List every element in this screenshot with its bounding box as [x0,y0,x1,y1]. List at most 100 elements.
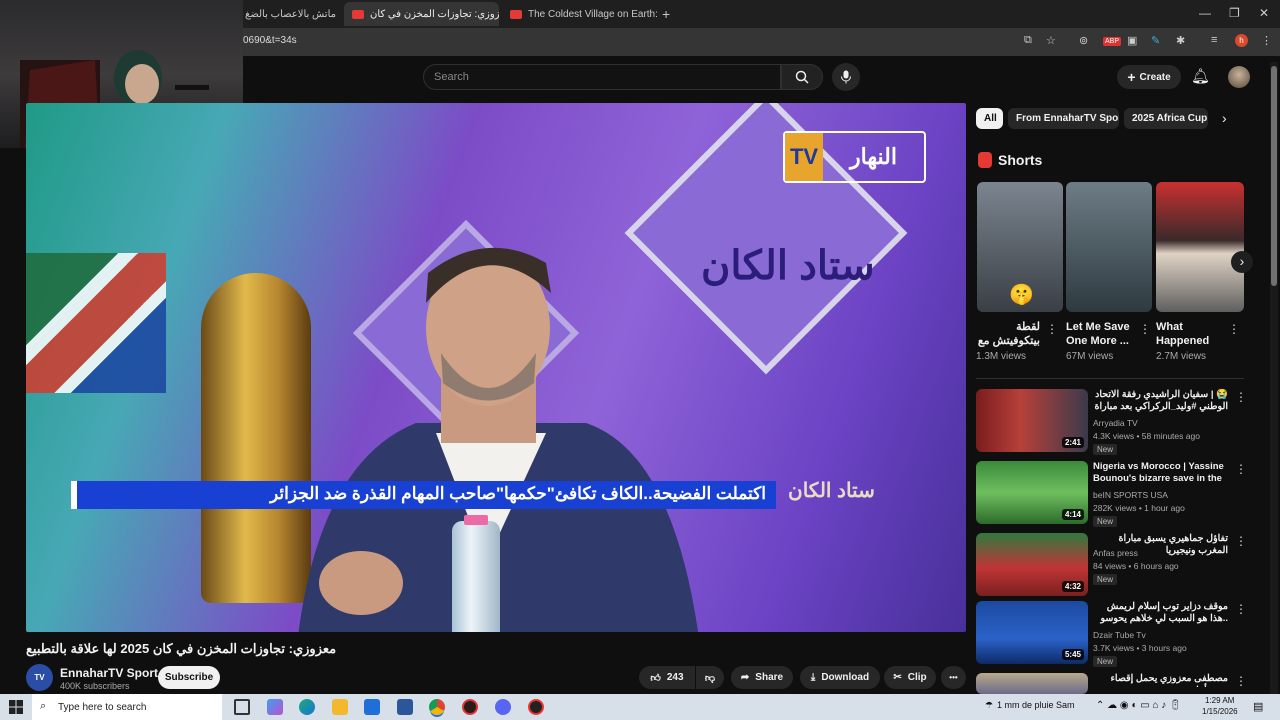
recommended-channel[interactable]: beIN SPORTS USA [1093,490,1168,500]
recommended-thumbnail[interactable]: 2:41 [976,389,1088,452]
chip-all[interactable]: All [976,108,1003,129]
shorts-next-button[interactable]: › [1231,251,1253,273]
notifications-bell-icon[interactable]: 🔔︎ [1191,67,1210,85]
subscribe-button[interactable]: Subscribe [158,666,220,689]
recommended-channel[interactable]: Arryadia TV [1093,418,1138,428]
divider [976,378,1244,379]
video-player[interactable]: ستاد الكان TV النهار اكتملت الفضيحة..الك… [26,103,966,632]
clock-date[interactable]: 1/15/2026 [1202,707,1238,716]
channel-name[interactable]: EnnaharTV Sport [60,666,158,680]
kebab-menu-icon[interactable]: ⋮ [1235,534,1247,548]
adblock-icon[interactable]: ABP [1103,37,1122,46]
duration-badge: 4:32 [1061,581,1084,592]
share-arrow-icon: ➦ [740,672,750,683]
task-view-icon[interactable] [234,699,250,715]
weather-icon[interactable]: ☂ [985,700,993,711]
short-title[interactable]: Let Me Save One More ... [1066,320,1146,348]
short-thumbnail[interactable]: 🤫 [977,182,1063,312]
obs-icon[interactable] [528,699,544,715]
account-avatar[interactable] [1228,66,1250,88]
app-icon[interactable] [462,699,478,715]
chevron-right-icon[interactable]: › [1222,110,1227,126]
shush-emoji-icon: 🤫 [1009,284,1034,306]
file-explorer-icon[interactable] [332,699,348,715]
recommended-title[interactable]: 😭 | سفيان الراشيدي رفقة الاتحاد الوطني #… [1093,389,1229,413]
extension-icon[interactable]: ⊚ [1079,34,1088,47]
discord-icon[interactable] [495,699,511,715]
notifications-icon[interactable]: ▤ [1253,700,1263,713]
flag-graphic [26,253,166,393]
dislike-button[interactable]: 👎︎ [696,666,724,689]
search-input[interactable]: Search [423,64,781,90]
tab-3[interactable]: The Coldest Village on Earth: O ✕ [502,2,657,26]
edge-icon[interactable] [299,699,315,715]
extension-icon[interactable]: ▣ [1127,34,1137,47]
download-button[interactable]: ⤓ Download [800,666,880,689]
close-window-icon[interactable]: ✕ [1259,6,1269,20]
kebab-menu-icon[interactable]: ⋮ [1235,674,1247,688]
extension-icon[interactable]: ✎ [1151,34,1160,47]
short-title[interactable]: لقطة بيتكوفيتش مع حجاج 🤫 أغلق [976,320,1040,348]
channel-avatar[interactable]: TV [26,664,53,691]
tab-1[interactable]: ماتش بالاعصاب بالضغ ✕ [243,2,341,26]
new-badge: New [1093,516,1118,527]
weather-text[interactable]: 1 mm de pluie Sam [997,700,1075,710]
search-button[interactable] [781,64,823,90]
tab-3-title: The Coldest Village on Earth: O [528,8,657,20]
recommended-thumbnail[interactable] [976,673,1088,694]
minimize-icon[interactable]: — [1199,6,1211,20]
recommended-channel[interactable]: Anfas press [1093,548,1138,558]
chip-topic[interactable]: 2025 Africa Cup o [1124,108,1208,129]
clock-time[interactable]: 1:29 AM [1205,696,1234,705]
puzzle-icon[interactable]: ✱ [1176,34,1185,47]
share-button[interactable]: ➦ Share [731,666,793,689]
video-title: معزوزي: تجاوزات المخزن في كان 2025 لها ع… [26,641,337,656]
kebab-menu-icon[interactable]: ⋮ [1228,322,1240,336]
recommended-thumbnail[interactable]: 4:14 [976,461,1088,524]
like-count: 243 [666,672,684,683]
mail-icon[interactable] [397,699,413,715]
short-title[interactable]: What Happened t... [1156,320,1222,348]
short-thumbnail[interactable] [1066,182,1152,312]
tray-icons[interactable]: ⌃ ☁ ◉ ◐ ▭ ⌂ ♪ 🔋︎ [1096,700,1182,711]
bookmark-star-icon[interactable]: ☆ [1046,34,1056,47]
short-views: 2.7M views [1156,351,1207,362]
scrollbar[interactable] [1270,62,1278,694]
taskbar-search-input[interactable]: ⌕ Type here to search [32,694,222,720]
chip-from-channel[interactable]: From EnnaharTV Sport [1008,108,1119,129]
recommended-title[interactable]: Nigeria vs Morocco | Yassine Bounou's bi… [1093,461,1228,485]
new-tab-button[interactable]: + [662,2,678,26]
recommended-thumbnail[interactable]: 5:45 [976,601,1088,664]
like-button[interactable]: 👍︎ 243 [639,666,695,689]
recommended-channel[interactable]: Dzair Tube Tv [1093,630,1146,640]
subscriber-count: 400K subscribers [60,681,130,691]
cast-icon[interactable]: ⧉ [1024,34,1032,47]
restore-icon[interactable]: ❐ [1229,6,1240,20]
kebab-menu-icon[interactable]: ⋮ [1046,322,1058,336]
store-icon[interactable] [364,699,380,715]
kebab-menu-icon[interactable]: ⋮ [1235,462,1247,476]
profile-avatar[interactable]: h [1235,34,1248,47]
kebab-menu-icon[interactable]: ⋮ [1261,34,1272,47]
duration-badge: 5:45 [1061,649,1084,660]
chrome-icon[interactable] [429,699,445,715]
kebab-menu-icon[interactable]: ⋮ [1235,602,1247,616]
reading-list-icon[interactable]: ≡ [1211,34,1217,46]
short-thumbnail[interactable] [1156,182,1244,312]
url-field[interactable]: 0690&t=34s [243,35,297,46]
recommended-title[interactable]: مصطفى معزوزي يحمل إقصاء مصر أمام ... [1093,673,1228,687]
create-button[interactable]: + Create [1117,65,1181,89]
clip-button[interactable]: ✂ Clip [884,666,936,689]
new-badge: New [1093,656,1118,667]
download-label: Download [821,672,870,683]
copilot-icon[interactable] [267,699,283,715]
kebab-menu-icon[interactable]: ⋮ [1235,390,1247,404]
more-actions-button[interactable]: ••• [941,666,966,689]
recommended-title[interactable]: موقف دزاير توب إسلام لريمش ..هذا هو السب… [1093,601,1228,625]
kebab-menu-icon[interactable]: ⋮ [1139,322,1151,336]
duration-badge: 2:41 [1061,437,1084,448]
windows-start-icon[interactable] [8,699,24,715]
recommended-thumbnail[interactable]: 4:32 [976,533,1088,596]
tab-2-active[interactable]: معزوزي: تجاوزات المخزن في كان ✕ [344,2,499,26]
voice-search-button[interactable] [832,63,860,91]
